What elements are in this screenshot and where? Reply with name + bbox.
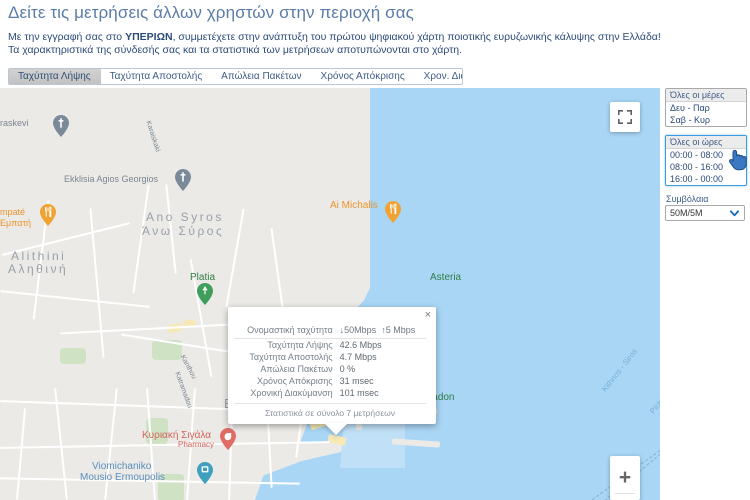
table-row: Χρόνος Απόκρισης 31 msec: [234, 375, 426, 387]
nominal-download-value: 50Mbps: [344, 325, 377, 335]
nominal-upload-value: 5 Mbps: [385, 325, 416, 335]
contracts-filter-group: Συμβόλαια 50M/5M: [665, 194, 747, 221]
intro-line1-part2: , συμμετέχετε στην ανάπτυξη του πρώτου ψ…: [172, 31, 661, 43]
chevron-down-icon: [730, 210, 739, 217]
map-label: mpaté: [0, 207, 26, 217]
intro-line2: Τα χαρακτηριστικά της σύνδεσής σας και τ…: [8, 43, 463, 56]
row-key: Ταχύτητα Αποστολής: [249, 352, 333, 362]
close-icon[interactable]: ×: [425, 310, 431, 321]
metric-tabs: Ταχύτητα Λήψης Ταχύτητα Αποστολής Απώλει…: [8, 68, 463, 85]
table-row: Ταχύτητα Αποστολής 4.7 Mbps: [234, 351, 426, 363]
map-label: Εμπατή: [0, 218, 32, 228]
page-title: Δείτε τις μετρήσεις άλλων χρηστών στην π…: [8, 3, 414, 22]
measurement-table: Ονομαστική ταχύτητα ↓50Mbps ↑5 Mbps Ταχύ…: [234, 324, 426, 399]
filters-sidebar: Όλες οι μέρες Δευ - Παρ Σαβ - Κυρ Όλες ο…: [665, 88, 747, 221]
park-pin-icon[interactable]: [197, 283, 213, 305]
map-label: Ai Michalis: [330, 200, 378, 211]
row-key: Χρόνος Απόκρισης: [256, 376, 333, 386]
days-filter-panel[interactable]: Όλες οι μέρες Δευ - Παρ Σαβ - Κυρ: [665, 88, 747, 127]
hours-filter-title: Όλες οι ώρες: [666, 136, 746, 149]
contracts-selected-value: 50M/5M: [670, 208, 703, 218]
row-value: 101 msec: [339, 388, 379, 398]
hours-option-night[interactable]: 00:00 - 08:00: [666, 149, 746, 161]
tab-upload-speed[interactable]: Ταχύτητα Αποστολής: [100, 69, 213, 84]
days-option-weekend[interactable]: Σαβ - Κυρ: [666, 114, 746, 126]
museum-pin-icon[interactable]: [197, 462, 213, 484]
days-filter-title: Όλες οι μέρες: [666, 89, 746, 102]
map-label: Alithini: [11, 249, 67, 263]
restaurant-pin-icon[interactable]: [40, 204, 56, 226]
map-label: Αληθινή: [8, 262, 69, 276]
map-label: raskevi: [0, 118, 29, 128]
broadband-map-page: Δείτε τις μετρήσεις άλλων χρηστών στην π…: [0, 0, 750, 500]
restaurant-pin-icon[interactable]: [385, 201, 401, 223]
pharmacy-pin-icon[interactable]: [220, 428, 236, 450]
hours-option-evening[interactable]: 16:00 - 00:00: [666, 173, 746, 185]
church-pin-icon[interactable]: [175, 169, 191, 191]
measurement-footer: Στατιστικά σε σύνολο 7 μετρήσεων: [234, 403, 426, 418]
intro-line1-part1: Με την εγγραφή σας στο: [8, 31, 126, 43]
row-value: 42.6 Mbps: [339, 340, 382, 350]
map-canvas[interactable]: raskevi Ekklisia Agios Georgios Ano Syro…: [0, 88, 660, 500]
map-label: Asteria: [430, 272, 462, 283]
intro-text: Με την εγγραφή σας στο ΥΠΕΡΙΩΝ, συμμετέχ…: [8, 31, 688, 56]
zoom-controls[interactable]: +: [610, 456, 640, 500]
tab-jitter[interactable]: Χρον. Διακύμανση: [414, 69, 462, 84]
map-label: Pharmacy: [178, 440, 215, 449]
map-label: Mousio Ermoupolis: [80, 472, 166, 483]
nominal-speed-label: Ονομαστική ταχύτητα: [234, 324, 340, 339]
row-key: Ταχύτητα Λήψης: [267, 340, 333, 350]
map-label: Platia: [190, 272, 216, 283]
contracts-label: Συμβόλαια: [666, 194, 709, 204]
map-label: Άνω Σύρος: [142, 224, 225, 238]
row-value: 31 msec: [339, 376, 374, 386]
tab-latency[interactable]: Χρόνος Απόκρισης: [311, 69, 415, 84]
contracts-select[interactable]: 50M/5M: [665, 205, 745, 221]
map-coastline-north: [392, 88, 462, 263]
fullscreen-button[interactable]: [610, 102, 640, 132]
row-value: 0 %: [339, 364, 356, 374]
measurement-infowindow: × Ονομαστική ταχύτητα ↓50Mbps ↑5 Mbps Τα…: [228, 307, 436, 424]
map-label: Ekklisia Agios Georgios: [64, 174, 159, 184]
church-pin-icon[interactable]: [53, 115, 69, 137]
zoom-in-button[interactable]: +: [610, 463, 640, 493]
nominal-speed-values: ↓50Mbps ↑5 Mbps: [339, 324, 426, 339]
zoom-separator: [615, 492, 635, 494]
hours-option-day[interactable]: 08:00 - 16:00: [666, 161, 746, 173]
fullscreen-icon: [618, 110, 632, 124]
table-row-nominal: Ονομαστική ταχύτητα ↓50Mbps ↑5 Mbps: [234, 324, 426, 339]
tab-packet-loss[interactable]: Απώλεια Πακέτων: [212, 69, 312, 84]
table-row: Απώλεια Πακέτων 0 %: [234, 363, 426, 375]
tab-download-speed[interactable]: Ταχύτητα Λήψης: [9, 69, 101, 84]
map-park-a: [60, 348, 86, 364]
days-option-weekdays[interactable]: Δευ - Παρ: [666, 102, 746, 114]
row-value: 4.7 Mbps: [339, 352, 377, 362]
map-label: Viomichaniko: [92, 461, 152, 472]
table-row: Ταχύτητα Λήψης 42.6 Mbps: [234, 339, 426, 352]
brand-name: ΥΠΕΡΙΩΝ: [125, 31, 173, 43]
row-key: Χρονική Διακύμανση: [250, 388, 333, 398]
row-key: Απώλεια Πακέτων: [260, 364, 333, 374]
table-row: Χρονική Διακύμανση 101 msec: [234, 387, 426, 399]
hours-filter-panel[interactable]: Όλες οι ώρες 00:00 - 08:00 08:00 - 16:00…: [665, 135, 747, 186]
map-label: Ano Syros: [146, 210, 224, 224]
